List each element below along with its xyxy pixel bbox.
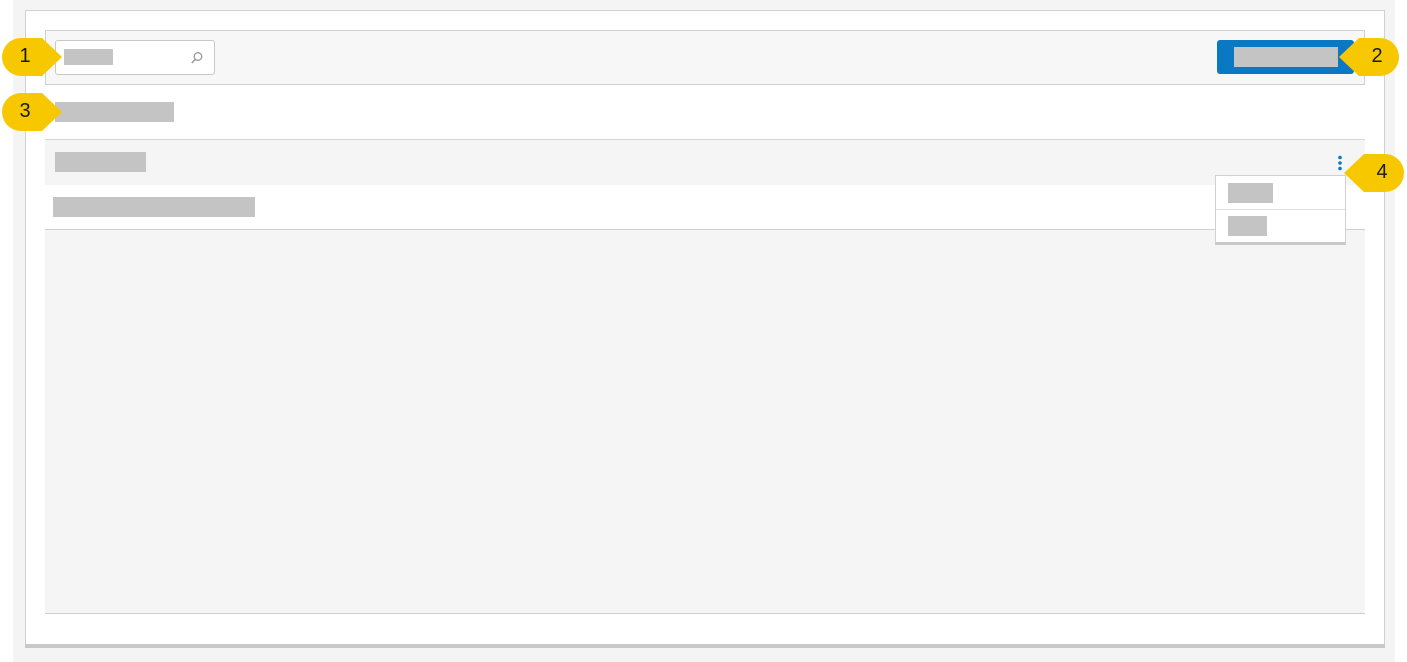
divider — [45, 613, 1365, 614]
primary-action-button[interactable] — [1217, 40, 1354, 74]
list-item-description — [53, 197, 255, 217]
search-input[interactable] — [55, 40, 215, 75]
menu-item[interactable] — [1216, 209, 1345, 242]
search-placeholder — [64, 49, 113, 65]
callout-number: 4 — [1376, 161, 1388, 183]
context-menu — [1215, 175, 1346, 245]
list-item-title — [55, 152, 146, 172]
toolbar — [45, 30, 1365, 85]
menu-item-label — [1228, 183, 1273, 203]
callout-marker: 4 — [1341, 152, 1407, 194]
primary-action-label — [1234, 47, 1338, 67]
section-title — [55, 102, 174, 122]
callout-number: 1 — [19, 45, 31, 67]
callout-number: 3 — [19, 100, 31, 122]
menu-item-label — [1228, 216, 1267, 236]
callout-number: 2 — [1371, 45, 1383, 67]
menu-item[interactable] — [1216, 176, 1345, 210]
card-shadow — [25, 644, 1385, 648]
callout-marker: 2 — [1336, 36, 1402, 78]
callout-marker: 3 — [0, 91, 66, 133]
search-icon — [191, 52, 203, 64]
content-panel — [45, 230, 1365, 613]
list-item-header — [45, 140, 1365, 185]
callout-marker: 1 — [0, 36, 66, 78]
